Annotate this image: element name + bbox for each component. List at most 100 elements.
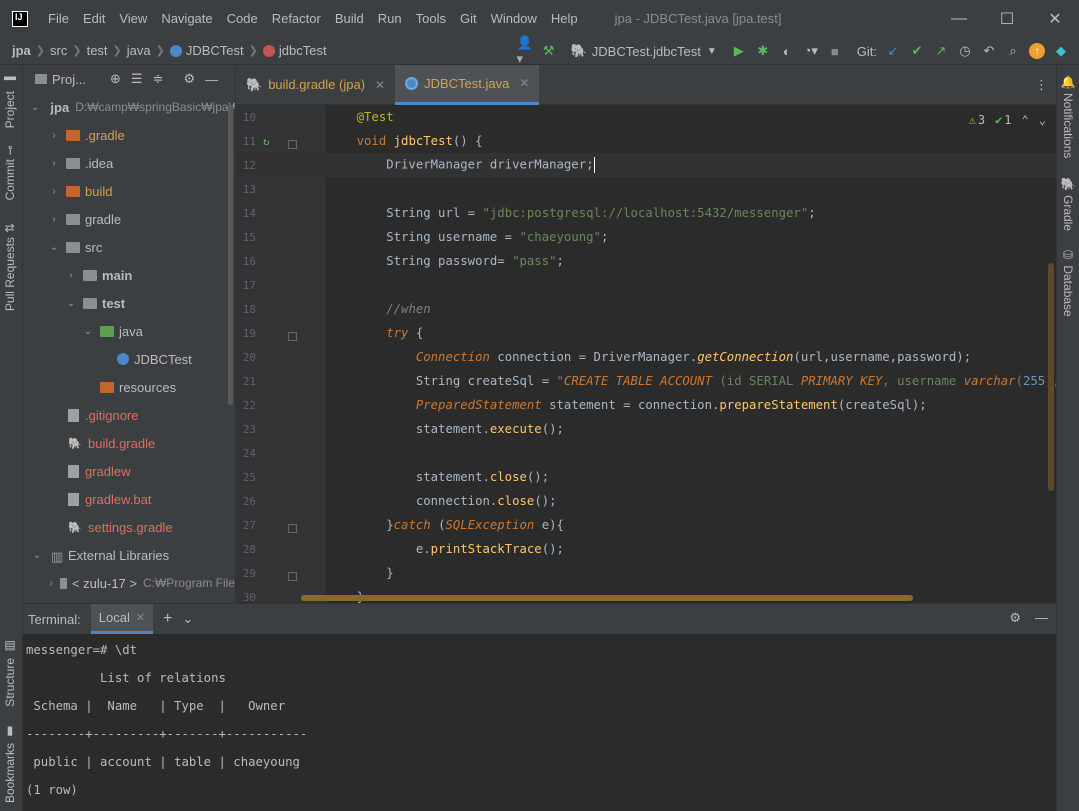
code-line[interactable]: 28 e.printStackTrace();	[236, 537, 1056, 561]
tree-item[interactable]: › main	[23, 261, 235, 289]
collapse-all-icon[interactable]: ≑	[153, 71, 164, 87]
tree-item[interactable]: gradlew.bat	[23, 485, 235, 513]
chevron-up-icon[interactable]: ⌃	[1022, 113, 1029, 127]
menu-item-edit[interactable]: Edit	[76, 0, 112, 37]
menu-item-navigate[interactable]: Navigate	[154, 0, 219, 37]
tree-item[interactable]: › gradle	[23, 205, 235, 233]
tool-tab-database[interactable]: ⛁ Database	[1061, 248, 1075, 317]
chevron-down-icon[interactable]: ⌄	[182, 611, 193, 627]
tree-item[interactable]: gradlew	[23, 457, 235, 485]
close-tab-icon[interactable]: ✕	[519, 76, 529, 90]
breadcrumb-item[interactable]: jdbcTest	[262, 43, 327, 58]
tool-tab-project[interactable]: Project ▬	[3, 73, 17, 128]
update-icon[interactable]: ↑	[1029, 43, 1045, 59]
git-commit-icon[interactable]: ✔	[909, 43, 925, 59]
editor-horizontal-scrollbar[interactable]	[301, 595, 913, 601]
project-scrollbar[interactable]	[228, 105, 233, 405]
code-line[interactable]: 10 @Test	[236, 105, 1056, 129]
code-line[interactable]: 23 statement.execute();	[236, 417, 1056, 441]
code-line[interactable]: 12 DriverManager driverManager;	[236, 153, 1056, 177]
gear-icon[interactable]: ⚙	[1009, 610, 1021, 626]
code-line[interactable]: 27 }catch (SQLException e){	[236, 513, 1056, 537]
run-icon[interactable]: ▶	[731, 43, 747, 59]
hide-icon[interactable]: —	[1035, 610, 1048, 626]
breadcrumb-item[interactable]: java	[127, 43, 151, 58]
menu-item-view[interactable]: View	[112, 0, 154, 37]
code-line[interactable]: 13	[236, 177, 1056, 201]
tree-item[interactable]: JDBCTest	[23, 345, 235, 373]
chevron-down-icon[interactable]: ⌄	[1039, 113, 1046, 127]
run-configuration-select[interactable]: 🐘 JDBCTest.jdbcTest ▼	[565, 43, 723, 59]
chevron-right-icon[interactable]: ›	[48, 158, 60, 169]
maximize-icon[interactable]: ☐	[983, 0, 1031, 37]
tree-item[interactable]: 🐘 build.gradle	[23, 429, 235, 457]
tab-jdbctest-java[interactable]: JDBCTest.java ✕	[395, 64, 540, 105]
git-push-icon[interactable]: ↗	[933, 43, 949, 59]
git-update-icon[interactable]: ↙	[885, 43, 901, 59]
tool-tab-pull-requests[interactable]: Pull Requests ⇅	[3, 223, 17, 311]
chevron-right-icon[interactable]: ›	[65, 270, 77, 281]
code-line[interactable]: 18 //when	[236, 297, 1056, 321]
close-window-icon[interactable]: ✕	[1031, 0, 1079, 37]
more-tabs-icon[interactable]: ⋮	[1035, 77, 1048, 93]
breadcrumb-item[interactable]: jpa	[12, 43, 31, 58]
tree-item[interactable]: › .idea	[23, 149, 235, 177]
debug-icon[interactable]: ✱	[755, 43, 771, 59]
breadcrumb-item[interactable]: src	[50, 43, 67, 58]
chevron-right-icon[interactable]: ›	[48, 186, 60, 197]
coverage-icon[interactable]: ◐	[779, 43, 795, 59]
terminal-tab-local[interactable]: Local ✕	[90, 604, 154, 634]
chevron-right-icon[interactable]: ›	[48, 214, 60, 225]
chevron-down-icon[interactable]: ⌄	[65, 298, 77, 309]
code-editor[interactable]: ↻ 10 @Test 11 void jdbcTest() {12 DriverM…	[236, 105, 1056, 603]
tool-tab-bookmarks[interactable]: Bookmarks ▮	[3, 725, 17, 803]
code-line[interactable]: 11 void jdbcTest() {	[236, 129, 1056, 153]
tree-item[interactable]: resources	[23, 373, 235, 401]
profile-icon[interactable]: ◔▾	[803, 43, 819, 59]
chevron-right-icon[interactable]: ›	[48, 130, 60, 141]
chevron-right-icon[interactable]: ›	[48, 578, 54, 589]
code-line[interactable]: 29 }	[236, 561, 1056, 585]
tree-item[interactable]: ⌄ jpa D:₩camp₩springBasic₩jpa₩	[23, 93, 235, 121]
code-line[interactable]: 16 String password= "pass";	[236, 249, 1056, 273]
code-line[interactable]: 22 PreparedStatement statement = connect…	[236, 393, 1056, 417]
code-line[interactable]: 17	[236, 273, 1056, 297]
code-line[interactable]: 19 try {	[236, 321, 1056, 345]
tree-item[interactable]: ⌄ src	[23, 233, 235, 261]
tree-item[interactable]: .gitignore	[23, 401, 235, 429]
gear-icon[interactable]: ⚙	[183, 71, 195, 87]
chevron-down-icon[interactable]: ⌄	[31, 102, 39, 113]
add-terminal-icon[interactable]: +	[163, 610, 172, 628]
user-icon[interactable]: 👤▾	[516, 35, 532, 66]
locate-icon[interactable]: ⊕	[110, 71, 121, 87]
menu-item-refactor[interactable]: Refactor	[265, 0, 328, 37]
code-line[interactable]: 24	[236, 441, 1056, 465]
menu-item-file[interactable]: File	[41, 0, 76, 37]
tree-item[interactable]: ⌄ ▥ External Libraries	[23, 541, 235, 569]
menu-item-help[interactable]: Help	[544, 0, 585, 37]
tree-item[interactable]: 🐘 settings.gradle	[23, 513, 235, 541]
menu-item-build[interactable]: Build	[328, 0, 371, 37]
menu-item-window[interactable]: Window	[484, 0, 544, 37]
code-line[interactable]: 26 connection.close();	[236, 489, 1056, 513]
stop-icon[interactable]: ■	[827, 43, 843, 59]
tool-tab-notifications[interactable]: 🔔 Notifications	[1061, 75, 1075, 158]
breadcrumb-item[interactable]: JDBCTest	[169, 43, 244, 58]
tree-item[interactable]: › build	[23, 177, 235, 205]
rollback-icon[interactable]: ↶	[981, 43, 997, 59]
tool-tab-structure[interactable]: Structure ▤	[3, 640, 17, 707]
hide-icon[interactable]: —	[205, 72, 218, 87]
menu-item-tools[interactable]: Tools	[409, 0, 453, 37]
expand-all-icon[interactable]: ☰	[131, 71, 143, 87]
code-line[interactable]: 25 statement.close();	[236, 465, 1056, 489]
tool-tab-commit[interactable]: Commit ⊸	[3, 145, 17, 200]
breadcrumb-item[interactable]: test	[87, 43, 108, 58]
inspection-widget[interactable]: ⚠ 3 ✔ 1 ⌃ ⌄	[969, 113, 1046, 127]
build-hammer-icon[interactable]: ⚒	[541, 43, 557, 59]
terminal-output[interactable]: messenger=# \dt List of relations Schema…	[23, 634, 1056, 806]
code-line[interactable]: 15 String username = "chaeyoung";	[236, 225, 1056, 249]
tree-item[interactable]: ⌄ test	[23, 289, 235, 317]
history-icon[interactable]: ◷	[957, 43, 973, 59]
code-line[interactable]: 21 String createSql = "CREATE TABLE ACCO…	[236, 369, 1056, 393]
project-view-select[interactable]: Proj...	[35, 72, 86, 87]
